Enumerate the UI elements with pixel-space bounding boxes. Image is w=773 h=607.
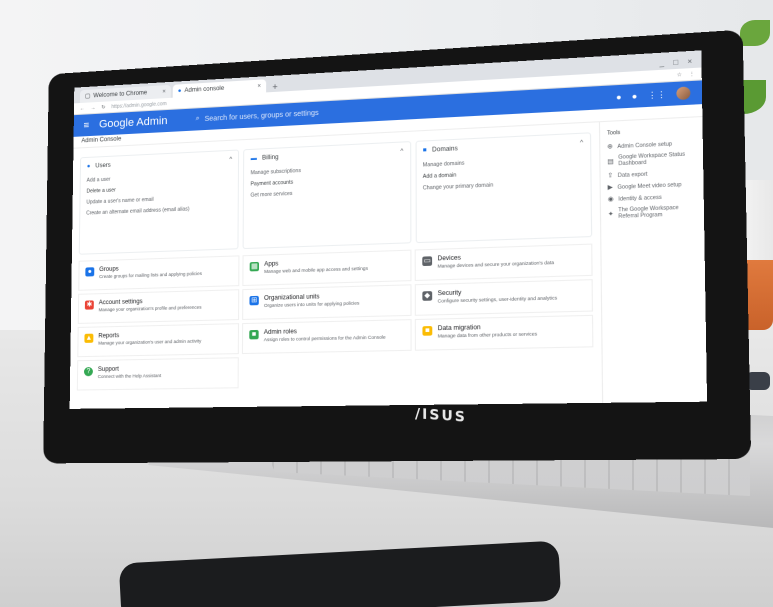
shield-icon: ◆ (422, 291, 433, 301)
referral-icon: ✦ (607, 211, 614, 218)
card-link[interactable]: Delete a user (86, 182, 232, 194)
top-cards-row: ● Users ^ Add a user Delete a user Updat… (79, 133, 592, 254)
tools-item[interactable]: ⊕ Admin Console setup (607, 139, 696, 151)
search-icon: ⌕ (195, 115, 200, 123)
app-bar-actions: ● ● ⋮⋮ (616, 86, 691, 103)
dashboard-icon: ▤ (607, 158, 614, 166)
search-bar[interactable]: ⌕ Search for users, groups or settings (196, 109, 319, 124)
tile-devices[interactable]: ▭ Devices Manage devices and secure your… (416, 245, 592, 280)
tile-admin-roles[interactable]: ■ Admin roles Assign roles to control pe… (243, 320, 411, 353)
search-input[interactable]: Search for users, groups or settings (205, 109, 319, 122)
chevron-up-icon[interactable]: ^ (229, 157, 232, 163)
tile-apps[interactable]: ▦ Apps Manage web and mobile app access … (243, 251, 410, 285)
person-icon: ● (86, 163, 91, 170)
chevron-up-icon[interactable]: ^ (400, 149, 403, 155)
card-users[interactable]: ● Users ^ Add a user Delete a user Updat… (79, 150, 239, 254)
card-link[interactable]: Add a domain (423, 167, 584, 180)
close-icon[interactable]: × (257, 83, 261, 89)
tools-item-label: Admin Console setup (617, 140, 673, 150)
tile-desc: Manage data from other products or servi… (437, 331, 538, 339)
support-circle-icon[interactable]: ● (632, 91, 638, 101)
back-icon[interactable]: ← (80, 105, 85, 111)
tile-desc: Connect with the Help Assistant (97, 372, 162, 380)
tile-title: Support (97, 366, 119, 374)
tools-item[interactable]: ◉ Identity & access (608, 192, 697, 203)
credit-card-icon: ▬ (250, 155, 257, 163)
video-icon: ▶ (607, 184, 613, 192)
tools-heading: Tools (606, 129, 621, 137)
tile-desc: Organize users into units for applying p… (263, 300, 360, 309)
avatar[interactable] (676, 86, 691, 101)
card-link[interactable]: Change your primary domain (423, 178, 584, 191)
reports-icon: ▲ (84, 333, 94, 343)
setup-icon: ⊕ (607, 144, 613, 151)
app-title: Google Admin (98, 114, 168, 131)
maximize-button[interactable]: □ (673, 59, 678, 67)
tab-label: Admin console (184, 85, 225, 94)
tile-support[interactable]: ? Support Connect with the Help Assistan… (78, 358, 238, 389)
tools-item-label: Google Workspace Status Dashboard (618, 151, 686, 168)
card-link[interactable]: Manage subscriptions (251, 163, 404, 176)
tile-reports[interactable]: ▲ Reports Manage your organization's use… (78, 324, 238, 356)
admin-favicon-icon: ● (177, 87, 182, 94)
apps-grid-icon[interactable]: ⋮⋮ (648, 89, 667, 100)
identity-icon: ◉ (607, 196, 614, 204)
tile-groups[interactable]: ● Groups Create groups for mailing lists… (79, 256, 238, 289)
group-icon: ● (85, 267, 95, 277)
window-close-button[interactable]: × (687, 58, 692, 66)
tile-desc: Manage your organization's user and admi… (98, 338, 202, 346)
tools-item[interactable]: ✦ The Google Workspace Referral Program (608, 204, 697, 220)
tile-organizational-units[interactable]: ⊞ Organizational units Organize users in… (243, 285, 410, 319)
org-units-icon: ⊞ (249, 295, 259, 306)
card-link[interactable]: Create an alternate email address (email… (86, 205, 232, 216)
devices-icon: ▭ (422, 256, 433, 267)
export-icon: ⇪ (607, 172, 614, 180)
admin-content: ● Users ^ Add a user Delete a user Updat… (70, 117, 708, 409)
card-link[interactable]: Add a user (87, 171, 233, 184)
support-icon: ? (83, 367, 93, 377)
tile-account-settings[interactable]: ✱ Account settings Manage your organizat… (79, 290, 238, 323)
minimize-button[interactable]: _ (660, 60, 665, 68)
browser-menu-icon[interactable]: ⋮ (689, 71, 695, 78)
domains-icon: ■ (422, 147, 427, 155)
tiles-grid: ● Groups Create groups for mailing lists… (78, 245, 593, 390)
star-icon[interactable]: ☆ (677, 71, 682, 78)
card-title: Domains (432, 146, 458, 154)
tile-data-migration[interactable]: ■ Data migration Manage data from other … (416, 316, 592, 350)
migration-icon: ■ (422, 326, 433, 336)
tools-item[interactable]: ⇪ Data export (607, 168, 696, 180)
tile-security[interactable]: ◆ Security Configure security settings, … (416, 280, 592, 315)
tools-item[interactable]: ▶ Google Meet video setup (608, 180, 697, 191)
apps-icon: ▦ (249, 261, 260, 272)
help-icon[interactable]: ● (616, 92, 622, 102)
tools-item-label: Google Meet video setup (617, 181, 682, 191)
hamburger-icon[interactable]: ≡ (83, 120, 89, 131)
tools-item[interactable]: ▤ Google Workspace Status Dashboard (607, 151, 696, 168)
plant-leaf (740, 20, 770, 46)
card-title: Billing (261, 154, 279, 162)
card-link[interactable]: Manage domains (423, 155, 584, 168)
tools-item-label: Identity & access (618, 194, 662, 203)
settings-icon: ✱ (84, 300, 94, 310)
card-link[interactable]: Payment accounts (250, 175, 403, 188)
card-domains[interactable]: ■ Domains ^ Manage domains Add a domain … (416, 133, 592, 243)
card-link[interactable]: Get more services (250, 186, 403, 199)
admin-roles-icon: ■ (249, 329, 259, 340)
tools-item-label: Data export (617, 170, 648, 179)
tab-page-icon: ▢ (84, 93, 91, 100)
forward-icon[interactable]: → (91, 105, 96, 111)
tab-label: Welcome to Chrome (93, 89, 148, 99)
tools-panel: Tools ⊕ Admin Console setup ▤ Google Works… (598, 117, 708, 403)
reload-icon[interactable]: ↻ (101, 104, 105, 110)
card-billing[interactable]: ▬ Billing ^ Manage subscriptions Payment… (243, 142, 410, 249)
new-tab-button[interactable]: + (268, 81, 282, 92)
card-title: Users (95, 162, 111, 170)
close-icon[interactable]: × (162, 89, 166, 95)
card-link[interactable]: Update a user's name or email (86, 193, 232, 206)
tools-item-label: The Google Workspace Referral Program (618, 204, 679, 221)
chevron-up-icon[interactable]: ^ (580, 140, 583, 147)
laptop-screen: ▢ Welcome to Chrome × ● Admin console × … (69, 50, 708, 409)
admin-main: ● Users ^ Add a user Delete a user Updat… (70, 122, 602, 409)
